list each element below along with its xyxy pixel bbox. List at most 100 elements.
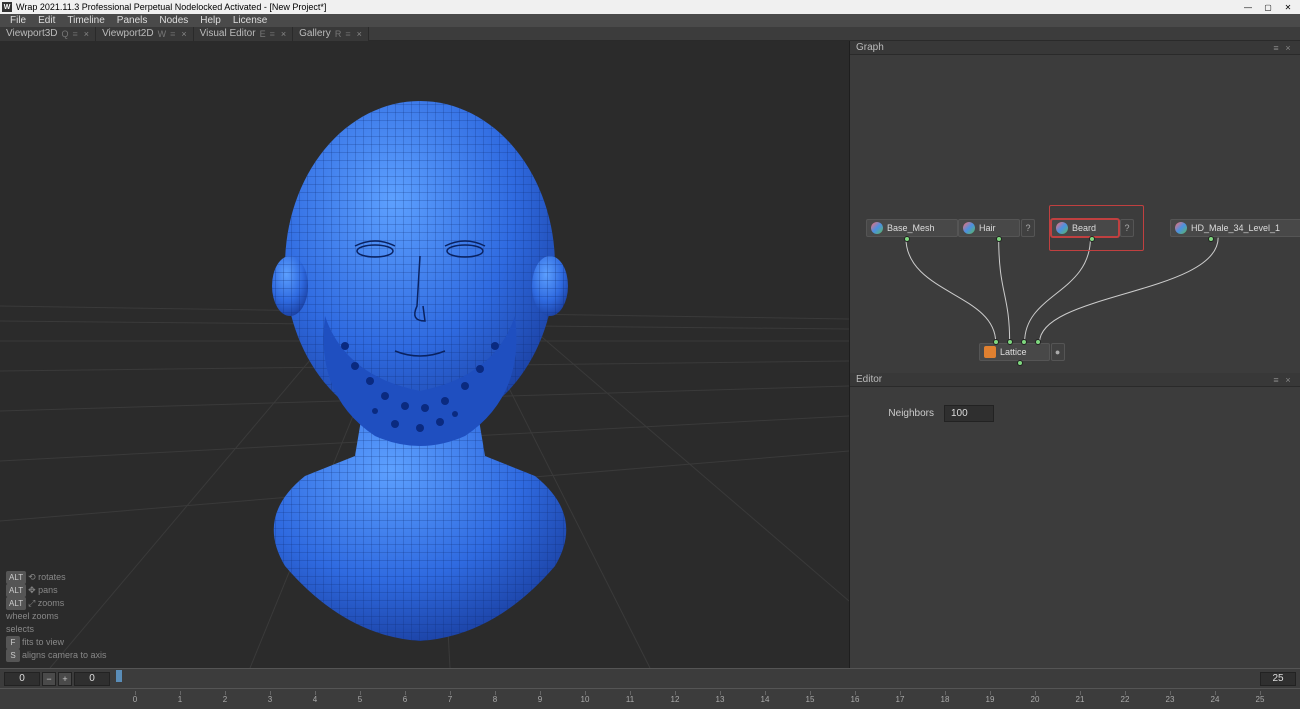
timeline-track[interactable] xyxy=(116,670,1254,688)
tabstrip: Viewport3D Q ≡ × Viewport2D W ≡ × Visual… xyxy=(0,27,1300,41)
decrement-button[interactable]: − xyxy=(42,672,56,686)
menu-nodes[interactable]: Nodes xyxy=(153,15,194,26)
panel-menu-icon[interactable]: ≡ xyxy=(1270,375,1282,385)
tab-hotkey: Q xyxy=(62,29,69,39)
timeline-ruler: 0123456789101112131415161718192021222324… xyxy=(0,689,1300,709)
menu-help[interactable]: Help xyxy=(194,15,227,26)
grip-icon: ≡ xyxy=(73,29,78,39)
input-port[interactable] xyxy=(993,339,999,345)
ruler-label: 8 xyxy=(493,695,497,704)
mesh-icon xyxy=(963,222,975,234)
node-hair[interactable]: Hair? xyxy=(958,219,1035,237)
menu-timeline[interactable]: Timeline xyxy=(61,15,110,26)
start-frame-input[interactable] xyxy=(74,672,110,686)
menubar: File Edit Timeline Panels Nodes Help Lic… xyxy=(0,14,1300,27)
close-icon[interactable]: × xyxy=(281,29,286,39)
mesh-icon xyxy=(1175,222,1187,234)
node-label: HD_Male_34_Level_1 xyxy=(1191,223,1300,233)
hud-label: aligns camera to axis xyxy=(22,650,107,660)
tab-viewport2d[interactable]: Viewport2D W ≡ × xyxy=(96,27,194,41)
grip-icon: ≡ xyxy=(170,29,175,39)
viewport3d[interactable]: ALT⟲ rotates ALT✥ pans ALT⤢ zooms wheel … xyxy=(0,41,849,668)
end-frame-input[interactable] xyxy=(1260,672,1296,686)
output-port[interactable] xyxy=(996,236,1002,242)
minimize-button[interactable]: — xyxy=(1238,1,1258,13)
node-base[interactable]: Base_Mesh? xyxy=(866,219,973,237)
close-icon[interactable]: × xyxy=(181,29,186,39)
node-label: Lattice xyxy=(1000,347,1049,357)
ruler-label: 23 xyxy=(1166,695,1175,704)
input-port[interactable] xyxy=(1021,339,1027,345)
node-hd[interactable]: HD_Male_34_Level_1● xyxy=(1170,219,1300,237)
ruler-label: 25 xyxy=(1256,695,1265,704)
neighbors-input[interactable] xyxy=(944,405,994,422)
keycap: ALT xyxy=(6,584,26,597)
tab-label: Viewport3D xyxy=(6,28,58,39)
editor-panel-header: Editor ≡ × xyxy=(850,373,1300,387)
hud-label: pans xyxy=(38,585,58,595)
current-frame-input[interactable] xyxy=(4,672,40,686)
ruler-label: 3 xyxy=(268,695,272,704)
timeline-marker[interactable] xyxy=(116,670,122,682)
hud-row: ALT⤢ zooms xyxy=(6,597,107,610)
close-button[interactable]: ✕ xyxy=(1278,1,1298,13)
node-body[interactable]: Beard xyxy=(1051,219,1119,237)
editor-panel: Neighbors xyxy=(850,387,1300,668)
keycap: F xyxy=(6,636,20,649)
neighbors-label: Neighbors xyxy=(874,408,934,419)
timeline: − + 012345678910111213141516171819202122… xyxy=(0,668,1300,709)
input-port[interactable] xyxy=(1007,339,1013,345)
ruler-label: 16 xyxy=(851,695,860,704)
mouse-icon: ⟲ xyxy=(28,572,36,582)
node-body[interactable]: Lattice xyxy=(979,343,1050,361)
hud-label: selects xyxy=(6,624,34,634)
mesh-icon xyxy=(1056,222,1068,234)
menu-panels[interactable]: Panels xyxy=(111,15,154,26)
menu-edit[interactable]: Edit xyxy=(32,15,61,26)
hud-row: selects xyxy=(6,623,107,636)
ruler-label: 18 xyxy=(941,695,950,704)
grip-icon: ≡ xyxy=(345,29,350,39)
increment-button[interactable]: + xyxy=(58,672,72,686)
hud-row: Ffits to view xyxy=(6,636,107,649)
keycap: ALT xyxy=(6,597,26,610)
input-port[interactable] xyxy=(1035,339,1041,345)
node-beard[interactable]: Beard? xyxy=(1051,219,1134,237)
hud-row: wheel zooms xyxy=(6,610,107,623)
close-icon[interactable]: × xyxy=(357,29,362,39)
node-body[interactable]: Base_Mesh xyxy=(866,219,958,237)
node-body[interactable]: HD_Male_34_Level_1 xyxy=(1170,219,1300,237)
ruler-label: 20 xyxy=(1031,695,1040,704)
menu-file[interactable]: File xyxy=(4,15,32,26)
grip-icon: ≡ xyxy=(270,29,275,39)
window-title: Wrap 2021.11.3 Professional Perpetual No… xyxy=(16,2,1238,12)
tab-visual-editor[interactable]: Visual Editor E ≡ × xyxy=(194,27,294,41)
hud-row: ALT⟲ rotates xyxy=(6,571,107,584)
ruler-label: 6 xyxy=(403,695,407,704)
output-port[interactable] xyxy=(904,236,910,242)
graph-canvas[interactable]: Base_Mesh?Hair?Beard?HD_Male_34_Level_1●… xyxy=(850,55,1300,373)
output-port[interactable] xyxy=(1089,236,1095,242)
tab-viewport3d[interactable]: Viewport3D Q ≡ × xyxy=(0,27,96,41)
panel-close-icon[interactable]: × xyxy=(1282,43,1294,53)
node-aux-button[interactable]: ● xyxy=(1051,343,1065,361)
output-port[interactable] xyxy=(1208,236,1214,242)
menu-license[interactable]: License xyxy=(227,15,273,26)
tab-hotkey: W xyxy=(158,29,167,39)
node-aux-button[interactable]: ? xyxy=(1021,219,1035,237)
keycap: S xyxy=(6,649,20,662)
tab-gallery[interactable]: Gallery R ≡ × xyxy=(293,27,369,41)
maximize-button[interactable]: ▢ xyxy=(1258,1,1278,13)
tab-label: Visual Editor xyxy=(200,28,256,39)
ruler-label: 4 xyxy=(313,695,317,704)
ruler-label: 14 xyxy=(761,695,770,704)
close-icon[interactable]: × xyxy=(84,29,89,39)
ruler-label: 1 xyxy=(178,695,182,704)
output-port[interactable] xyxy=(1017,360,1023,366)
node-aux-button[interactable]: ? xyxy=(1120,219,1134,237)
head-mesh xyxy=(195,96,645,656)
panel-menu-icon[interactable]: ≡ xyxy=(1270,43,1282,53)
node-body[interactable]: Hair xyxy=(958,219,1020,237)
node-lattice[interactable]: Lattice● xyxy=(979,343,1065,361)
panel-close-icon[interactable]: × xyxy=(1282,375,1294,385)
